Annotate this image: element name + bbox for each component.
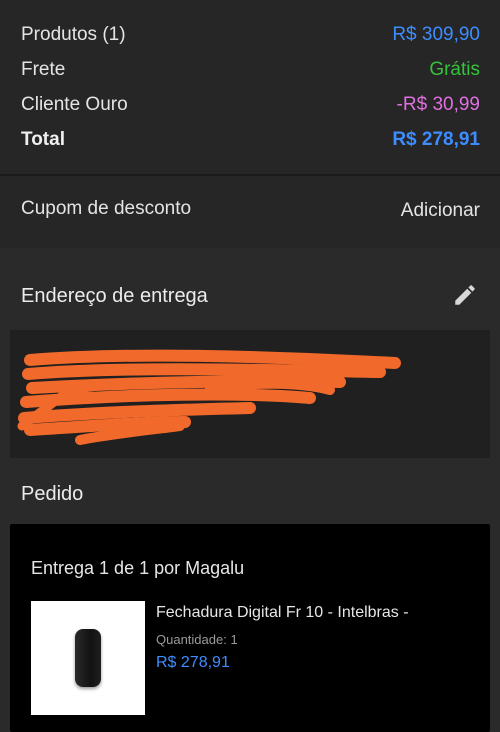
products-row: Produtos (1) R$ 309,90 (21, 21, 480, 49)
address-card[interactable] (10, 330, 490, 458)
product-image[interactable] (31, 601, 145, 715)
total-label: Total (21, 129, 65, 150)
products-label: Produtos (1) (21, 24, 126, 45)
coupon-row[interactable]: Cupom de desconto Adicionar (0, 176, 500, 248)
shipping-row: Frete Grátis (21, 56, 480, 84)
order-summary: Produtos (1) R$ 309,90 Frete Grátis Clie… (0, 0, 500, 174)
product-name[interactable]: Fechadura Digital Fr 10 - Intelbras - (156, 604, 409, 622)
shipping-value: Grátis (429, 59, 480, 80)
delivery-label: Entrega 1 de 1 por Magalu (31, 558, 245, 578)
shipping-label: Frete (21, 59, 66, 80)
total-row: Total R$ 278,91 (21, 126, 480, 154)
pencil-icon[interactable] (452, 282, 478, 308)
smart-lock-image (75, 629, 101, 687)
order-card: Entrega 1 de 1 por Magalu Fechadura Digi… (10, 524, 490, 732)
total-value: R$ 278,91 (392, 129, 480, 150)
add-coupon-button[interactable]: Adicionar (401, 200, 480, 222)
product-quantity: Quantidade: 1 (156, 632, 238, 647)
address-heading: Endereço de entrega (21, 285, 208, 307)
products-value: R$ 309,90 (392, 24, 480, 45)
product-price: R$ 278,91 (156, 654, 230, 671)
address-header: Endereço de entrega (0, 262, 500, 328)
discount-row: Cliente Ouro -R$ 30,99 (21, 91, 480, 119)
discount-label: Cliente Ouro (21, 94, 128, 115)
order-heading: Pedido (21, 483, 84, 505)
redaction-scribble (17, 349, 401, 445)
discount-value: -R$ 30,99 (396, 94, 480, 115)
coupon-label: Cupom de desconto (21, 198, 192, 219)
